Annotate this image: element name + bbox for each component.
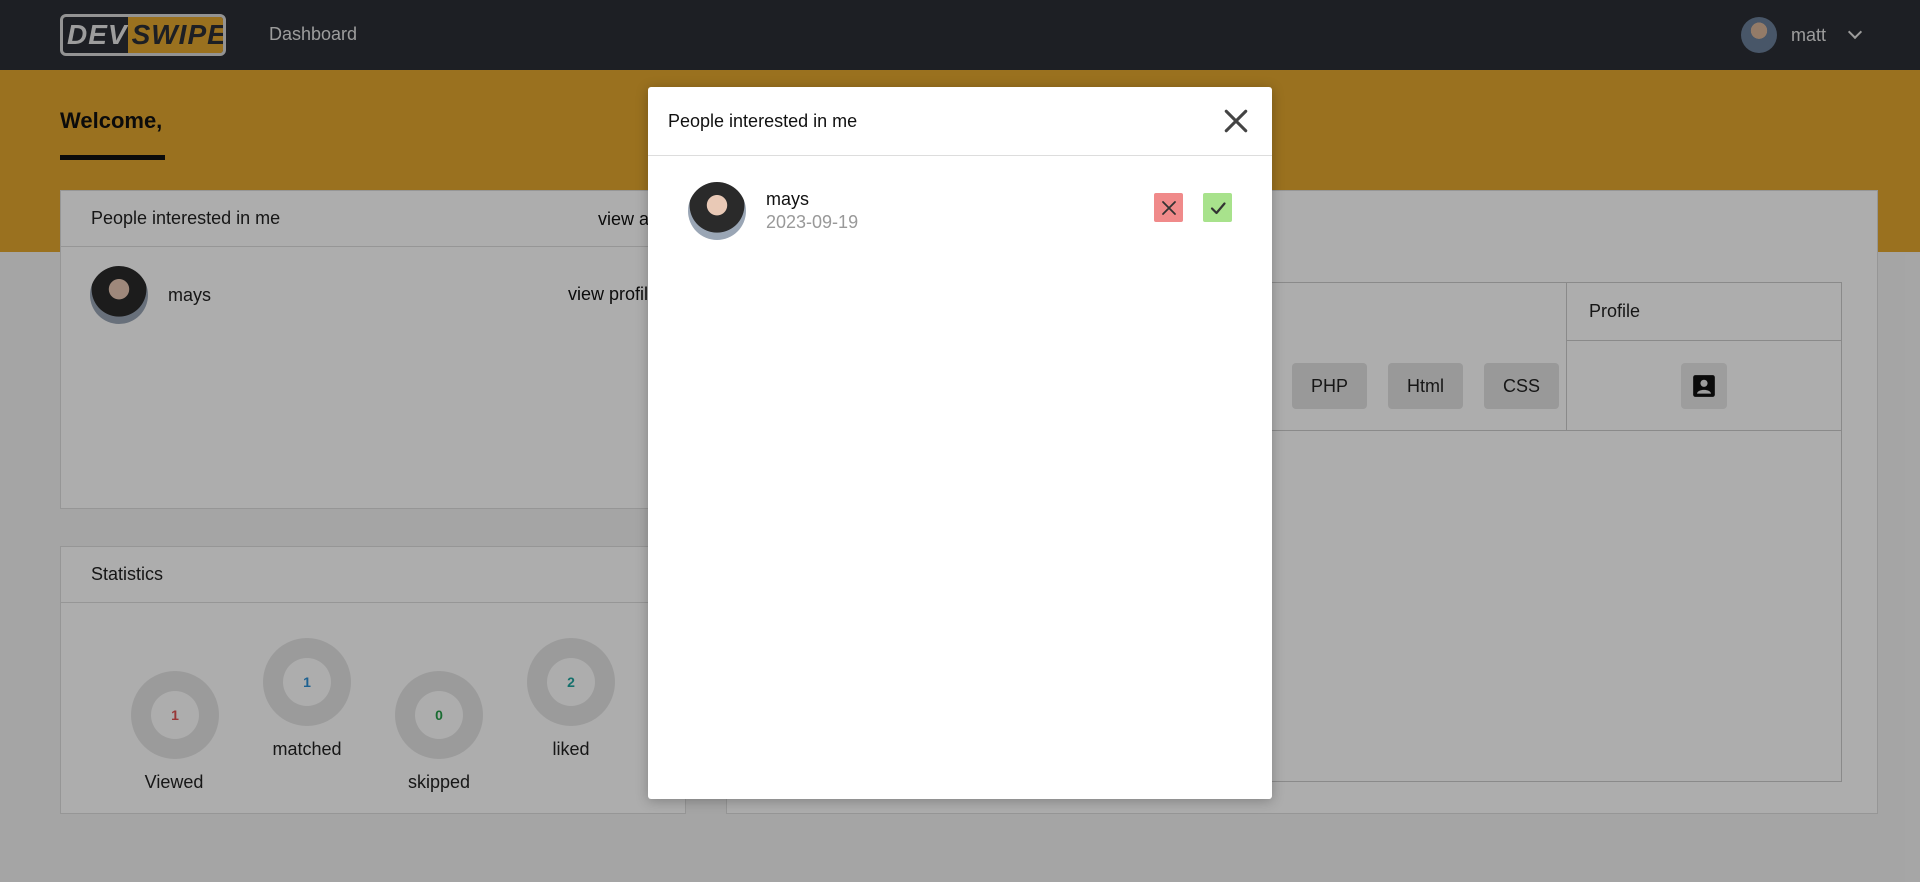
modal-item-text: mays 2023-09-19 (766, 189, 858, 233)
list-item: mays 2023-09-19 (688, 181, 1232, 241)
modal-item-date: 2023-09-19 (766, 212, 859, 232)
check-icon (1210, 201, 1226, 214)
modal-item-actions (1154, 193, 1232, 222)
x-icon (1161, 200, 1176, 215)
modal-close-button[interactable] (1220, 105, 1252, 137)
modal-header: People interested in me (648, 87, 1272, 156)
reject-button[interactable] (1154, 193, 1183, 222)
modal-item-name: mays (766, 189, 810, 209)
modal-title: People interested in me (668, 110, 858, 131)
avatar (688, 182, 746, 240)
close-icon (1224, 109, 1248, 133)
interest-modal: People interested in me mays 2023-09-19 (648, 87, 1272, 799)
accept-button[interactable] (1203, 193, 1232, 222)
